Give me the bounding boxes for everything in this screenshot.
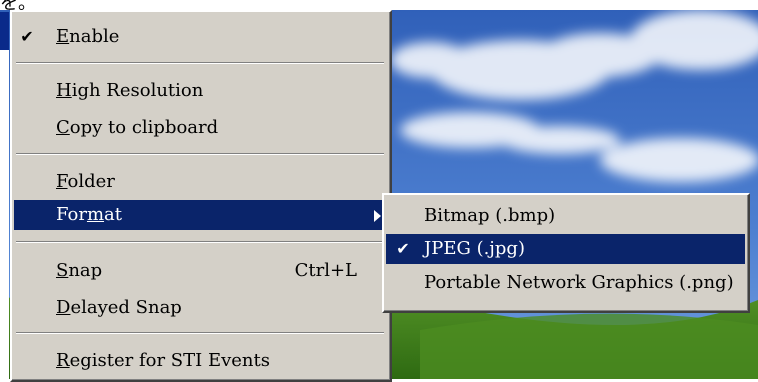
submenu-item-bitmap[interactable]: Bitmap (.bmp) xyxy=(386,201,745,231)
menu-separator xyxy=(16,332,384,334)
left-edge-window xyxy=(0,12,9,379)
menu-item-label: High Resolution xyxy=(56,80,204,101)
menu-item-format[interactable]: Format xyxy=(14,200,387,230)
menu-item-snap[interactable]: Snap Ctrl+L xyxy=(14,256,387,286)
menu-item-folder[interactable]: Folder xyxy=(14,167,387,197)
menu-item-label: Register for STI Events xyxy=(56,350,270,371)
submenu-item-label: Bitmap (.bmp) xyxy=(424,205,556,226)
menu-separator xyxy=(16,62,384,64)
menu-item-label: Delayed Snap xyxy=(56,297,182,318)
menu-item-label: Folder xyxy=(56,171,115,192)
checkmark-icon: ✔ xyxy=(396,239,410,258)
submenu-item-label: Portable Network Graphics (.png) xyxy=(424,272,734,293)
format-submenu: Bitmap (.bmp) ✔ JPEG (.jpg) Portable Net… xyxy=(382,193,750,313)
menu-separator xyxy=(16,241,384,243)
top-strip xyxy=(0,0,758,10)
submenu-item-jpeg[interactable]: ✔ JPEG (.jpg) xyxy=(386,234,745,264)
submenu-arrow-icon xyxy=(374,210,381,222)
checkmark-icon: ✔ xyxy=(20,27,34,46)
submenu-item-label: JPEG (.jpg) xyxy=(424,238,525,259)
left-edge-titlebar xyxy=(0,12,9,50)
menu-item-label: Copy to clipboard xyxy=(56,117,219,138)
menu-item-enable[interactable]: ✔ Enable xyxy=(14,22,387,52)
menu-item-label: Format xyxy=(56,204,122,225)
menu-item-copy-to-clipboard[interactable]: Copy to clipboard xyxy=(14,113,387,143)
menu-item-label: Enable xyxy=(56,26,120,47)
menu-item-delayed-snap[interactable]: Delayed Snap xyxy=(14,293,387,323)
submenu-item-png[interactable]: Portable Network Graphics (.png) xyxy=(386,268,745,298)
menu-item-register-sti-events[interactable]: Register for STI Events xyxy=(14,346,387,376)
menu-item-label: Snap xyxy=(56,260,103,281)
menu-separator xyxy=(16,153,384,155)
menu-item-high-resolution[interactable]: High Resolution xyxy=(14,76,387,106)
menu-item-shortcut: Ctrl+L xyxy=(294,260,357,281)
context-menu: ✔ Enable High Resolution Copy to clipboa… xyxy=(10,10,392,382)
